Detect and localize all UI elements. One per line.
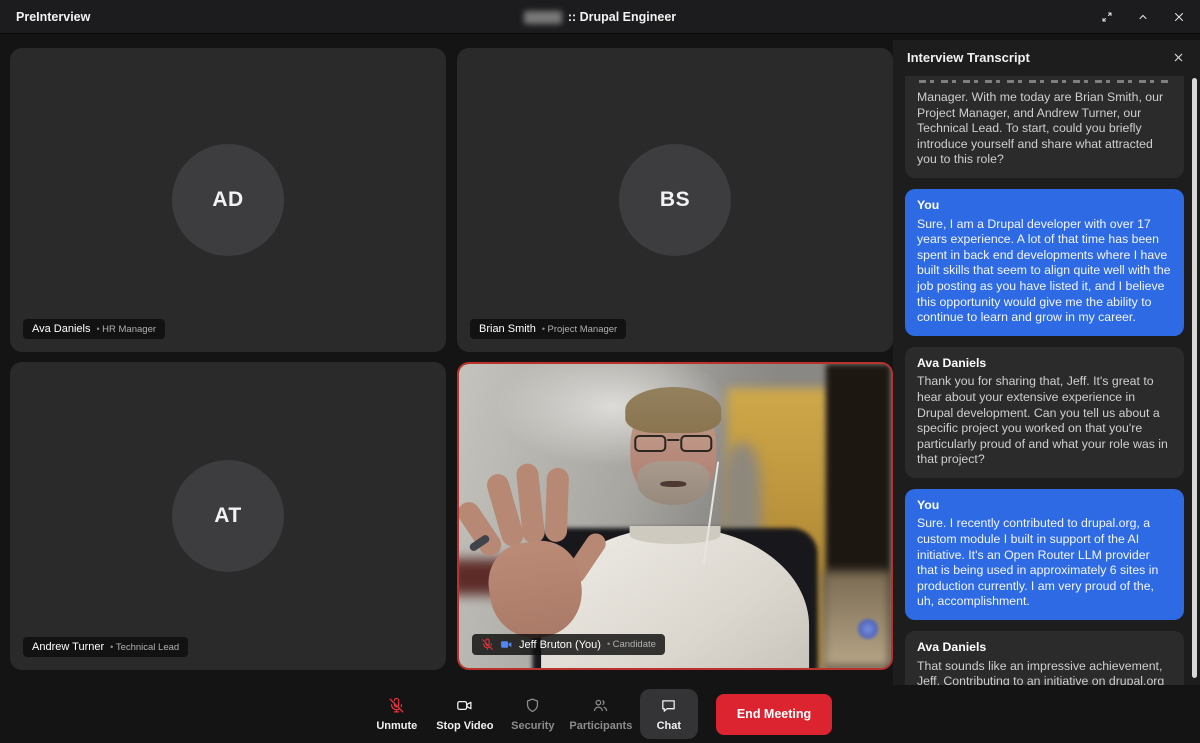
transcript-message: You Sure. I recently contributed to drup… — [905, 489, 1184, 620]
participant-role: Project Manager — [542, 324, 617, 335]
transcript-messages[interactable]: Manager. With me today are Brian Smith, … — [893, 74, 1200, 685]
video-tile-ava-daniels[interactable]: AD Ava Daniels HR Manager — [10, 48, 446, 352]
security-button[interactable]: Security — [504, 689, 562, 739]
transcript-message: Ava Daniels That sounds like an impressi… — [905, 631, 1184, 685]
participant-name: Ava Daniels — [32, 323, 91, 335]
transcript-message: Manager. With me today are Brian Smith, … — [905, 76, 1184, 178]
avatar: AD — [172, 144, 284, 256]
participant-role: Technical Lead — [110, 642, 179, 653]
participant-name: Andrew Turner — [32, 641, 104, 653]
message-sender: Ava Daniels — [917, 356, 1172, 372]
button-label: Unmute — [376, 720, 417, 732]
self-video-feed — [459, 364, 891, 668]
transcript-message: You Sure, I am a Drupal developer with o… — [905, 189, 1184, 336]
close-window-icon[interactable] — [1172, 10, 1186, 24]
participant-name: Jeff Bruton (You) — [519, 639, 601, 651]
window-controls — [1100, 0, 1186, 34]
minimize-icon[interactable] — [1136, 10, 1150, 24]
mic-off-icon — [481, 638, 494, 651]
video-tile-jeff-bruton-self[interactable]: Jeff Bruton (You) Candidate — [457, 362, 893, 670]
avatar: BS — [619, 144, 731, 256]
meeting-title-text: :: Drupal Engineer — [568, 10, 676, 24]
button-label: Chat — [657, 720, 681, 732]
transcript-scrollbar[interactable] — [1192, 78, 1197, 678]
video-tile-andrew-turner[interactable]: AT Andrew Turner Technical Lead — [10, 362, 446, 670]
message-sender: You — [917, 498, 1172, 514]
stop-video-button[interactable]: Stop Video — [436, 689, 494, 739]
close-transcript-icon[interactable] — [1170, 49, 1186, 65]
video-tile-brian-smith[interactable]: BS Brian Smith Project Manager — [457, 48, 893, 352]
shield-icon — [524, 697, 541, 714]
participant-name-pill: Brian Smith Project Manager — [470, 319, 626, 339]
meeting-title: :: Drupal Engineer — [0, 0, 1200, 34]
meeting-toolbar: Unmute Stop Video Security Participants … — [0, 685, 1200, 743]
chat-icon — [660, 697, 677, 714]
video-camera-icon — [456, 697, 473, 714]
transcript-header: Interview Transcript — [893, 40, 1200, 74]
button-label: Participants — [569, 720, 632, 732]
participants-button[interactable]: Participants — [572, 689, 630, 739]
video-watermark-icon — [857, 618, 879, 640]
titlebar: PreInterview :: Drupal Engineer — [0, 0, 1200, 34]
interview-transcript-panel: Interview Transcript Manager. With me to… — [893, 40, 1200, 685]
participant-role: Candidate — [607, 639, 656, 650]
participant-name-pill: Ava Daniels HR Manager — [23, 319, 165, 339]
transcript-message: Ava Daniels Thank you for sharing that, … — [905, 347, 1184, 478]
redacted-company-name — [524, 11, 562, 24]
app-name: PreInterview — [16, 10, 90, 24]
participant-name-pill: Andrew Turner Technical Lead — [23, 637, 188, 657]
transcript-title: Interview Transcript — [907, 50, 1030, 65]
fullscreen-icon[interactable] — [1100, 10, 1114, 24]
mic-off-icon — [388, 697, 405, 714]
message-sender: You — [917, 198, 1172, 214]
camera-on-icon — [500, 638, 513, 651]
button-label: Stop Video — [436, 720, 493, 732]
participants-icon — [592, 697, 609, 714]
meeting-app-window: PreInterview :: Drupal Engineer AD Ava D… — [0, 0, 1200, 743]
avatar: AT — [172, 460, 284, 572]
participant-name: Brian Smith — [479, 323, 536, 335]
clipped-text-line — [919, 80, 1170, 83]
unmute-button[interactable]: Unmute — [368, 689, 426, 739]
participant-role: HR Manager — [97, 324, 157, 335]
button-label: Security — [511, 720, 554, 732]
chat-button[interactable]: Chat — [640, 689, 698, 739]
message-sender: Ava Daniels — [917, 640, 1172, 656]
participant-name-pill: Jeff Bruton (You) Candidate — [472, 634, 665, 655]
end-meeting-button[interactable]: End Meeting — [716, 694, 832, 735]
